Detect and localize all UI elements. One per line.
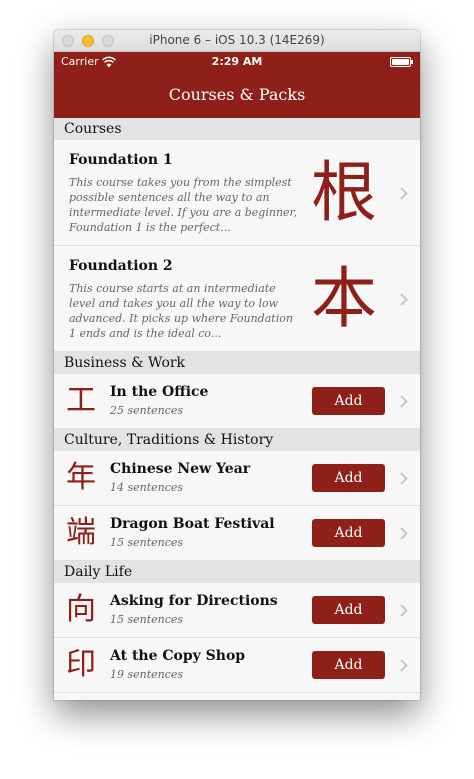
pack-character: 向	[66, 592, 96, 627]
pack-character: 年	[66, 460, 96, 495]
add-button[interactable]: Add	[312, 519, 385, 547]
pack-row-in-the-office[interactable]: 工 In the Office 25 sentences Add	[54, 374, 420, 429]
pack-title: In the Office	[110, 384, 209, 400]
courses-list[interactable]: Courses Foundation 1 This course takes y…	[54, 118, 420, 700]
chevron-right-icon	[400, 186, 408, 200]
chevron-right-icon	[400, 292, 408, 306]
section-header-daily-life: Daily Life	[54, 561, 420, 583]
pack-sentence-count: 19 sentences	[110, 668, 184, 681]
pack-row-dragon-boat-festival[interactable]: 端 Dragon Boat Festival 15 sentences Add	[54, 506, 420, 561]
chevron-right-icon	[400, 472, 408, 485]
chevron-right-icon	[400, 604, 408, 617]
section-header-business: Business & Work	[54, 352, 420, 374]
chevron-right-icon	[400, 659, 408, 672]
pack-title: At the Copy Shop	[110, 648, 246, 664]
add-button[interactable]: Add	[312, 651, 385, 679]
add-button[interactable]: Add	[312, 596, 385, 624]
course-character: 根	[311, 154, 377, 231]
battery-icon	[390, 57, 413, 67]
course-row-foundation-2[interactable]: Foundation 2 This course starts at an in…	[54, 246, 420, 352]
pack-character: 工	[66, 383, 96, 418]
add-button[interactable]: Add	[312, 464, 385, 492]
pack-sentence-count: 14 sentences	[110, 481, 184, 494]
window-titlebar: iPhone 6 – iOS 10.3 (14E269)	[54, 30, 420, 52]
course-title: Foundation 1	[69, 152, 173, 168]
course-title: Foundation 2	[69, 258, 173, 274]
course-character: 本	[311, 260, 377, 337]
window-title: iPhone 6 – iOS 10.3 (14E269)	[149, 33, 325, 47]
section-header-courses: Courses	[54, 118, 420, 140]
chevron-right-icon	[400, 527, 408, 540]
section-header-culture: Culture, Traditions & History	[54, 429, 420, 451]
status-bar: Carrier 2:29 AM	[54, 52, 420, 72]
pack-character: 印	[66, 647, 96, 682]
pack-title: Dragon Boat Festival	[110, 516, 275, 532]
pack-sentence-count: 15 sentences	[110, 613, 184, 626]
pack-title: Asking for Directions	[110, 593, 278, 609]
pack-row-at-the-copy-shop[interactable]: 印 At the Copy Shop 19 sentences Add	[54, 638, 420, 693]
course-description: This course takes you from the simplest …	[69, 176, 298, 234]
pack-character: 端	[66, 515, 96, 550]
course-row-foundation-1[interactable]: Foundation 1 This course takes you from …	[54, 140, 420, 246]
page-title: Courses & Packs	[168, 85, 306, 104]
pack-title: Chinese New Year	[110, 461, 251, 477]
course-description: This course starts at an intermediate le…	[69, 282, 293, 340]
add-button[interactable]: Add	[312, 387, 385, 415]
navigation-bar: Courses & Packs	[54, 72, 420, 118]
pack-row-chinese-new-year[interactable]: 年 Chinese New Year 14 sentences Add	[54, 451, 420, 506]
chevron-right-icon	[400, 395, 408, 408]
pack-sentence-count: 25 sentences	[110, 404, 184, 417]
status-time: 2:29 AM	[211, 55, 263, 68]
pack-sentence-count: 15 sentences	[110, 536, 184, 549]
simulator-window: iPhone 6 – iOS 10.3 (14E269) Carrier 2:2…	[54, 30, 420, 700]
pack-row-asking-for-directions[interactable]: 向 Asking for Directions 15 sentences Add	[54, 583, 420, 638]
